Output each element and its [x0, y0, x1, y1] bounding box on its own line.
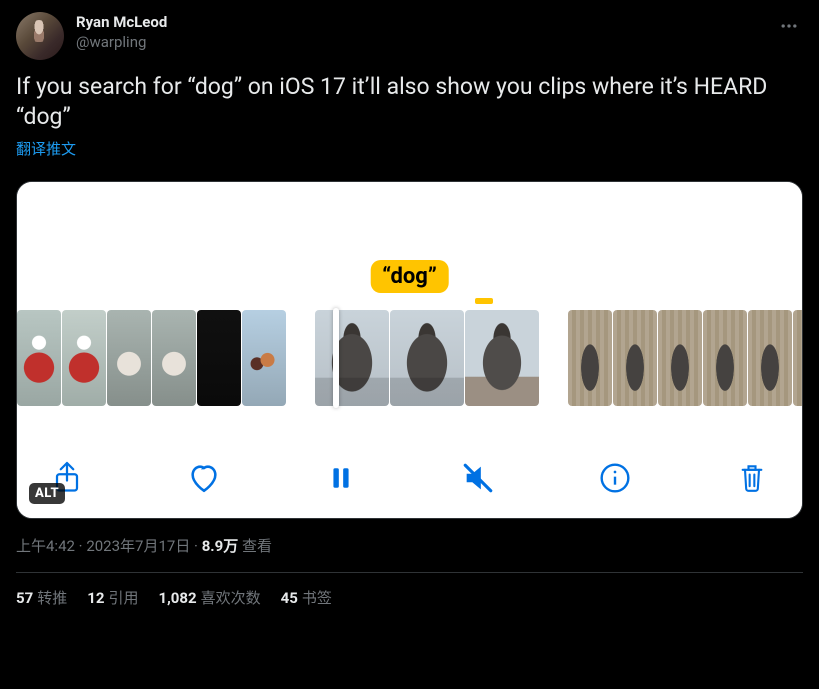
- clip-thumbnail[interactable]: [613, 310, 657, 406]
- like-button[interactable]: [184, 458, 224, 498]
- author-names: Ryan McLeod @warpling: [76, 12, 167, 52]
- tweet-header: Ryan McLeod @warpling: [16, 12, 803, 60]
- info-button[interactable]: [595, 458, 635, 498]
- avatar[interactable]: [16, 12, 64, 60]
- clip-group-1: [17, 310, 287, 406]
- views-count: 8.9万: [202, 537, 239, 555]
- divider: [16, 572, 803, 573]
- clip-thumbnail[interactable]: [152, 310, 196, 406]
- clip-thumbnail[interactable]: [107, 310, 151, 406]
- clip-thumbnail[interactable]: [658, 310, 702, 406]
- clip-thumbnail[interactable]: [62, 310, 106, 406]
- clip-thumbnail[interactable]: [465, 310, 539, 406]
- search-term-bubble: “dog”: [370, 260, 449, 293]
- tweet-meta: 上午4:42 · 2023年7月17日 · 8.9万 查看: [16, 535, 803, 556]
- ellipsis-icon: [779, 16, 799, 36]
- clip-group-2: [315, 310, 540, 406]
- author-handle[interactable]: @warpling: [76, 32, 167, 52]
- tweet-stats: 57转推 12引用 1,082喜欢次数 45书签: [16, 587, 803, 608]
- mute-button[interactable]: [458, 458, 498, 498]
- delete-button[interactable]: [732, 458, 772, 498]
- retweets-stat[interactable]: 57转推: [16, 587, 67, 608]
- info-icon: [599, 462, 631, 494]
- media-card[interactable]: “dog”: [16, 181, 803, 519]
- bookmarks-stat[interactable]: 45书签: [281, 587, 332, 608]
- author-display-name[interactable]: Ryan McLeod: [76, 12, 167, 32]
- translate-link[interactable]: 翻译推文: [16, 138, 76, 159]
- tweet-time[interactable]: 上午4:42: [16, 537, 75, 555]
- tweet-text: If you search for “dog” on iOS 17 it’ll …: [16, 72, 803, 132]
- trash-icon: [738, 462, 766, 494]
- search-term-marker: [475, 298, 493, 304]
- tweet-container: Ryan McLeod @warpling If you search for …: [0, 0, 819, 620]
- views-label: 查看: [238, 537, 272, 555]
- clip-thumbnail[interactable]: [390, 310, 464, 406]
- media-inner: “dog”: [17, 182, 802, 518]
- clip-thumbnail[interactable]: [748, 310, 792, 406]
- pause-button[interactable]: [321, 458, 361, 498]
- more-button[interactable]: [775, 12, 803, 40]
- heart-icon: [187, 461, 221, 495]
- playhead-indicator[interactable]: [333, 308, 339, 408]
- media-controls: [17, 436, 802, 518]
- filmstrip[interactable]: [17, 310, 802, 406]
- speaker-muted-icon: [461, 461, 495, 495]
- tweet-date[interactable]: 2023年7月17日: [86, 537, 190, 555]
- quotes-stat[interactable]: 12引用: [87, 587, 138, 608]
- clip-thumbnail[interactable]: [242, 310, 286, 406]
- pause-icon: [328, 463, 354, 493]
- clip-group-3: [568, 310, 802, 406]
- likes-stat[interactable]: 1,082喜欢次数: [158, 587, 260, 608]
- clip-thumbnail[interactable]: [315, 310, 389, 406]
- clip-thumbnail[interactable]: [17, 310, 61, 406]
- clip-thumbnail[interactable]: [568, 310, 612, 406]
- clip-thumbnail[interactable]: [197, 310, 241, 406]
- alt-badge[interactable]: ALT: [29, 483, 65, 504]
- clip-thumbnail[interactable]: [703, 310, 747, 406]
- clip-thumbnail[interactable]: [793, 310, 802, 406]
